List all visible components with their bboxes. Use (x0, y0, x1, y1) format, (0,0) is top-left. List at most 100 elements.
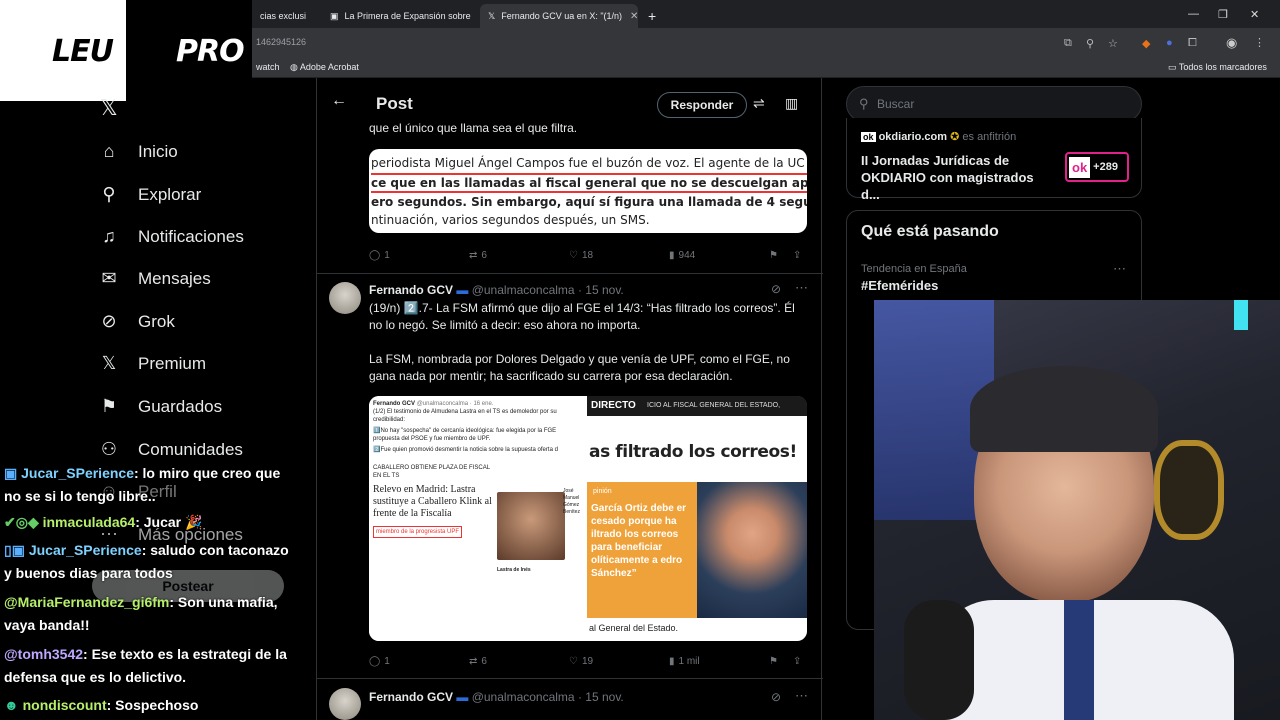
avatar[interactable]: ◉ (1226, 35, 1237, 51)
search-input[interactable]: ⚲ Buscar (846, 86, 1142, 122)
sidebar-item-label: Comunidades (138, 439, 243, 459)
install-icon[interactable]: ⧉ (1064, 37, 1072, 50)
sidebar-item-premium[interactable]: 𝕏 Premium (98, 353, 206, 374)
chat-text: : Jucar 🎉 (135, 514, 203, 530)
badge-icon: ☻ (4, 697, 23, 713)
back-arrow-icon[interactable]: ← (331, 92, 347, 110)
browser-tab-active[interactable]: 𝕏 Fernando GCV ua en X: "(1/n) ✕ (480, 4, 638, 28)
sidebar-item-notifications[interactable]: ♫ Notificaciones (98, 226, 244, 247)
grok-icon[interactable]: ⊘ (771, 690, 781, 704)
chat-message: ▯▣ Jucar_SPerience: saludo con taconazo … (4, 539, 294, 585)
repost-action[interactable]: ⇄ 6 (469, 250, 487, 261)
author-name[interactable]: Fernando GCV (369, 690, 453, 704)
share-icon[interactable]: ⇪ (793, 656, 801, 667)
sidebar-item-bookmarks[interactable]: ⚑ Guardados (98, 396, 222, 417)
author-name[interactable]: Fernando GCV (369, 283, 453, 297)
chat-username: Jucar_SPerience (28, 542, 142, 558)
flag-icon: ▬ (456, 283, 469, 297)
new-tab-button[interactable]: + (640, 4, 664, 28)
page-title: Post (376, 94, 413, 113)
extension-icon[interactable]: ● (1166, 37, 1173, 49)
bookmark-icon[interactable]: ⚑ (769, 656, 778, 667)
stream-logo: LEU (52, 34, 114, 69)
like-action[interactable]: ♡ 19 (569, 656, 593, 667)
image-text-line: periodista Miguel Ángel Campos fue el bu… (371, 156, 805, 170)
grok-icon[interactable]: ⊘ (771, 282, 781, 296)
extensions-icon[interactable]: ⧠ (1188, 37, 1197, 50)
x-icon: 𝕏 (101, 353, 117, 373)
browser-tab[interactable]: cias exclusi (252, 4, 322, 28)
heart-icon: ♡ (569, 249, 578, 261)
more-icon[interactable]: ⋯ (795, 688, 808, 704)
bookmark-icon[interactable]: ⚑ (769, 250, 778, 261)
chat-text: : Sospechoso (106, 697, 199, 713)
microphone (904, 600, 974, 720)
avatar[interactable] (329, 282, 361, 314)
star-icon[interactable]: ☆ (1108, 37, 1118, 50)
news-headline: as filtrado los correos! (589, 442, 797, 462)
author-handle[interactable]: @unalmaconcalma (472, 283, 575, 297)
sliders-icon[interactable]: ⇌ (753, 95, 765, 112)
sidebar-item-home[interactable]: ⌂ Inicio (98, 141, 178, 162)
close-window-icon[interactable]: ✕ (1250, 8, 1259, 21)
sidebar-item-messages[interactable]: ✉ Mensajes (98, 268, 210, 289)
headphones (1154, 440, 1224, 540)
all-bookmarks[interactable]: ▭ Todos los marcadores (1168, 62, 1267, 73)
bookmark-item[interactable]: watch (256, 62, 280, 72)
tweet-date[interactable]: 15 nov. (585, 690, 623, 704)
share-icon[interactable]: ⇪ (793, 250, 801, 261)
sidebar-item-explore[interactable]: ⚲ Explorar (98, 184, 201, 205)
trend-name[interactable]: #Efemérides (861, 278, 938, 293)
opinion-quote: García Ortiz debe er cesado porque ha il… (591, 503, 687, 579)
view-count: 944 (678, 249, 696, 261)
reply-action[interactable]: ◯ 1 (369, 656, 390, 667)
quoted-text: (1/2) El testimonio de Almudena Lastra e… (373, 409, 557, 423)
repost-action[interactable]: ⇄ 6 (469, 656, 487, 667)
sidebar-item-label: Explorar (138, 184, 202, 204)
x-logo-icon[interactable]: 𝕏 (100, 95, 118, 121)
tweet-image[interactable]: periodista Miguel Ángel Campos fue el bu… (369, 149, 807, 233)
reply-action[interactable]: ◯ 1 (369, 250, 390, 261)
chart-icon: ▮ (669, 655, 675, 667)
bookmarks-bar: watch ◍ Adobe Acrobat ▭ Todos los marcad… (252, 58, 1280, 78)
media-right[interactable]: DIRECTO ICIO AL FISCAL GENERAL DEL ESTAD… (587, 396, 807, 641)
restore-icon[interactable]: ❐ (1218, 8, 1228, 21)
grok-icon: ⊘ (101, 311, 117, 331)
like-action[interactable]: ♡ 18 (569, 250, 593, 261)
extension-icon[interactable]: ◆ (1142, 37, 1150, 50)
menu-icon[interactable]: ⋮ (1254, 36, 1265, 49)
browser-tab[interactable]: ▣La Primera de Expansión sobre✕ (322, 4, 487, 28)
sidebar-item-label: Premium (138, 353, 207, 373)
chat-username: @MariaFernandez_gi6fm (4, 594, 170, 610)
people-icon: ⚇ (100, 439, 118, 459)
tweet-date[interactable]: 15 nov. (585, 283, 623, 297)
tweet-media[interactable]: Fernando GCV @unalmaconcalma · 16 ene. (… (369, 396, 807, 641)
quoted-author: Fernando GCV @unalmaconcalma · 16 ene. (373, 400, 583, 408)
avatar[interactable] (329, 688, 361, 720)
reader-icon[interactable]: ▥ (785, 95, 798, 112)
more-icon[interactable]: ⋯ (1113, 261, 1126, 277)
bookmark-item[interactable]: ◍ Adobe Acrobat (290, 62, 359, 73)
chat-message: ☻ nondiscount: Sospechoso (4, 694, 294, 717)
tab-label: cias exclusi (260, 11, 307, 21)
promo-participants[interactable]: ok +289 (1065, 152, 1129, 182)
chat-message: @tomh3542: Ese texto es la estrategi de … (4, 643, 294, 689)
media-left[interactable]: Fernando GCV @unalmaconcalma · 16 ene. (… (369, 396, 587, 641)
mail-icon: ✉ (101, 268, 117, 288)
search-placeholder: Buscar (877, 97, 915, 111)
views-action[interactable]: ▮ 1 mil (669, 656, 700, 667)
more-icon[interactable]: ⋯ (795, 280, 808, 296)
reply-button[interactable]: Responder (657, 92, 747, 118)
trends-title: Qué está pasando (861, 223, 999, 240)
close-tab-icon[interactable]: ✕ (630, 11, 638, 22)
minimize-icon[interactable]: — (1188, 8, 1199, 20)
bell-icon: ♫ (102, 226, 116, 246)
folder-icon: ▭ (1168, 62, 1179, 72)
address-bar[interactable]: 1462945126 ⧉ ⚲ ☆ ◆ ● ⧠ ◉ ⋮ (252, 28, 1280, 58)
author-handle[interactable]: @unalmaconcalma (472, 690, 575, 704)
sidebar-item-grok[interactable]: ⊘ Grok (98, 311, 174, 332)
promo-card[interactable]: ok okdiario.com ✪ es anfitrión II Jornad… (846, 118, 1142, 202)
zoom-icon[interactable]: ⚲ (1086, 37, 1094, 50)
views-action[interactable]: ▮ 944 (669, 250, 695, 261)
sidebar-item-communities[interactable]: ⚇ Comunidades (98, 439, 243, 460)
